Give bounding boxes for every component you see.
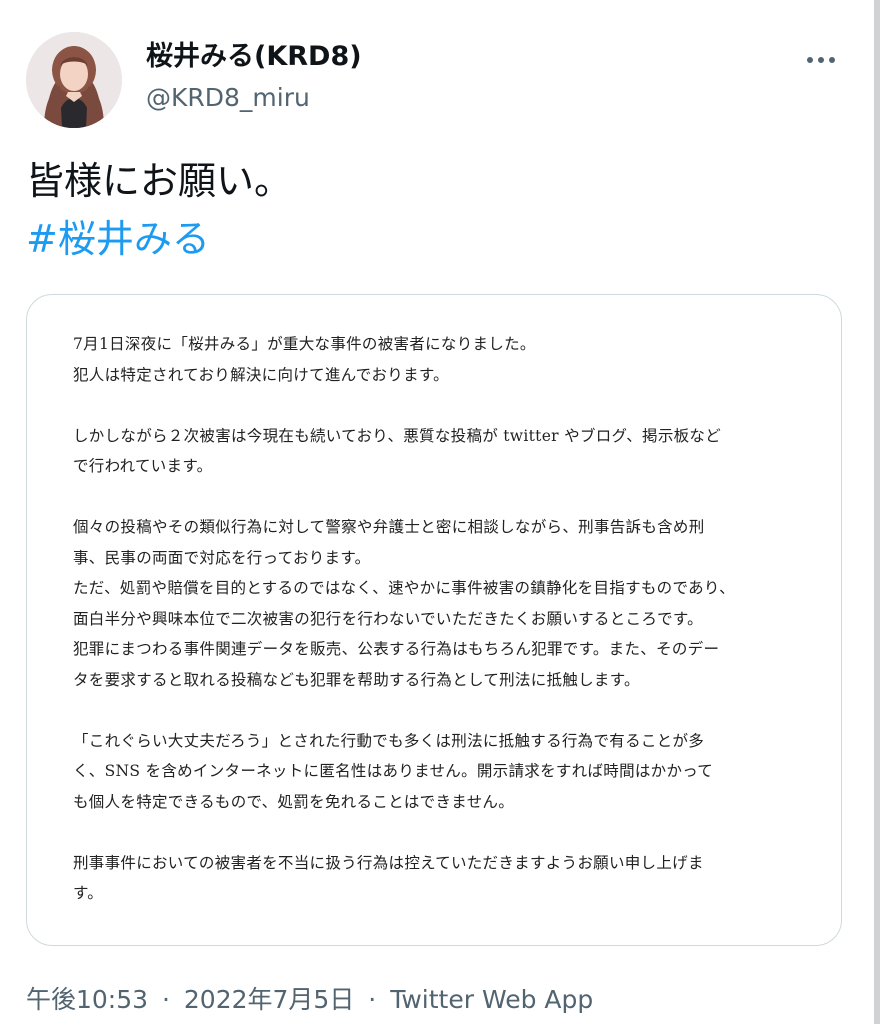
statement-line: 個々の投稿やその類似行為に対して警察や弁護士と密に相談しながら、刑事告訴も含め刑 [73, 518, 705, 536]
statement-line: く、SNS を含めインターネットに匿名性はありません。開示請求をすれば時間はかか… [73, 762, 714, 780]
separator: · [162, 985, 170, 1014]
author-username[interactable]: @KRD8_miru [146, 80, 362, 116]
avatar-image [26, 32, 122, 128]
statement-line: で行われています。 [73, 457, 213, 475]
statement-line: タを要求すると取れる投稿なども犯罪を帮助する行為として刑法に抵触します。 [73, 670, 640, 689]
author-info: 桜井みる(KRD8) @KRD8_miru [146, 40, 362, 116]
attached-image[interactable]: 7月1日深夜に「桜井みる」が重大な事件の被害者になりました。 犯人は特定されてお… [26, 294, 842, 946]
statement-line: も個人を特定できるもので、処罰を免れることはできません。 [73, 792, 515, 811]
statement-line: 事、民事の両面で対応を行っております。 [73, 548, 371, 567]
statement-line: しかしながら２次被害は今現在も続いており、悪質な投稿が twitter やブログ… [73, 426, 722, 445]
window-edge [874, 0, 880, 1024]
avatar[interactable] [26, 32, 122, 128]
tweet-text-line: 皆様にお願い。 [26, 159, 293, 203]
more-options-button[interactable] [804, 46, 838, 74]
tweet: 桜井みる(KRD8) @KRD8_miru 皆様にお願い。 #桜井みる 7月1日… [0, 0, 874, 1024]
tweet-text: 皆様にお願い。 #桜井みる [26, 152, 846, 268]
statement-line: 面白半分や興味本位で二次被害の犯行を行わないでいただきたくお願いするところです。 [73, 609, 703, 628]
hashtag-link[interactable]: #桜井みる [26, 210, 846, 268]
more-horizontal-icon [807, 57, 835, 63]
statement-line: ただ、処罰や賠償を目的とするのではなく、速やかに事件被害の鎮静化を目指すものであ… [73, 579, 735, 597]
statement-line: 刑事事件においての被害者を不当に扱う行為は控えていただきますようお願い申し上げま [73, 853, 704, 872]
statement-document: 7月1日深夜に「桜井みる」が重大な事件の被害者になりました。 犯人は特定されてお… [73, 329, 813, 909]
tweet-metadata: 午後10:53 · 2022年7月5日 · Twitter Web App [26, 980, 593, 1016]
statement-line: す。 [73, 884, 104, 902]
tweet-time[interactable]: 午後10:53 [26, 985, 148, 1014]
separator: · [368, 985, 377, 1014]
tweet-source[interactable]: Twitter Web App [390, 985, 593, 1014]
statement-line: 犯人は特定されており解決に向けて進んでおります。 [73, 365, 449, 384]
tweet-date[interactable]: 2022年7月5日 [184, 985, 354, 1014]
statement-line: 犯罪にまつわる事件関連データを販売、公表する行為はもちろん犯罪です。また、そのデ… [73, 640, 720, 658]
tweet-header: 桜井みる(KRD8) @KRD8_miru [26, 32, 846, 132]
author-display-name[interactable]: 桜井みる(KRD8) [146, 40, 362, 74]
statement-line: 7月1日深夜に「桜井みる」が重大な事件の被害者になりました。 [73, 335, 536, 353]
statement-line: 「これぐらい大丈夫だろう」とされた行動でも多くは刑法に抵触する行為で有ることが多 [73, 731, 705, 750]
